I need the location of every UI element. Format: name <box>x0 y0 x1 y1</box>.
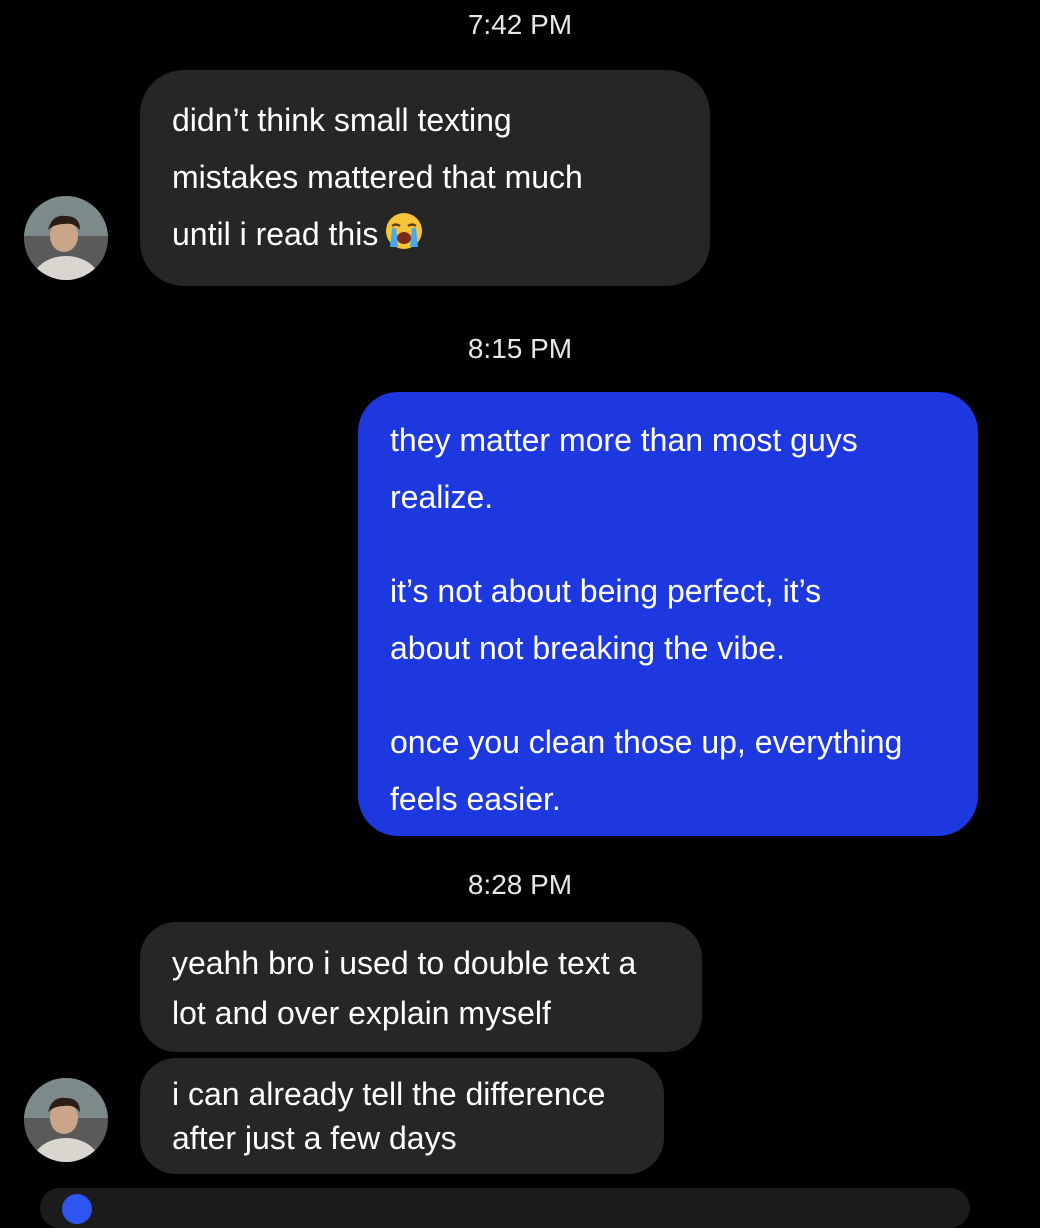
incoming-message[interactable]: yeahh bro i used to double text a lot an… <box>140 922 702 1052</box>
avatar-icon <box>24 1078 108 1162</box>
timestamp: 8:15 PM <box>467 333 573 364</box>
contact-avatar[interactable] <box>24 196 108 280</box>
message-line: yeahh bro i used to double text a <box>172 945 637 981</box>
message-line: mistakes mattered that much <box>172 159 583 195</box>
timestamp: 7:42 PM <box>467 9 573 40</box>
message-line: about not breaking the vibe. <box>390 630 785 666</box>
message-line: didn’t think small texting <box>172 102 512 138</box>
message-line: realize. <box>390 479 494 515</box>
message-line: feels easier. <box>390 781 561 817</box>
message-line: after just a few days <box>172 1120 457 1156</box>
timestamp: 8:28 PM <box>467 869 573 900</box>
message-line: i can already tell the difference <box>172 1076 606 1112</box>
outgoing-message[interactable]: they matter more than most guys realize.… <box>358 392 978 836</box>
message-line: they matter more than most guys <box>390 422 858 458</box>
camera-icon[interactable] <box>62 1194 92 1224</box>
message-line: once you clean those up, everything <box>390 724 903 760</box>
message-line: lot and over explain myself <box>172 995 551 1031</box>
message-line: until i read this <box>172 206 678 263</box>
message-line: it’s not about being perfect, it’s <box>390 573 822 609</box>
avatar-icon <box>24 196 108 280</box>
incoming-message[interactable]: i can already tell the difference after … <box>140 1058 664 1174</box>
loudly-crying-face-emoji-icon <box>386 213 423 249</box>
incoming-message[interactable]: didn’t think small texting mistakes matt… <box>140 70 710 286</box>
message-composer[interactable] <box>40 1188 970 1228</box>
contact-avatar[interactable] <box>24 1078 108 1162</box>
